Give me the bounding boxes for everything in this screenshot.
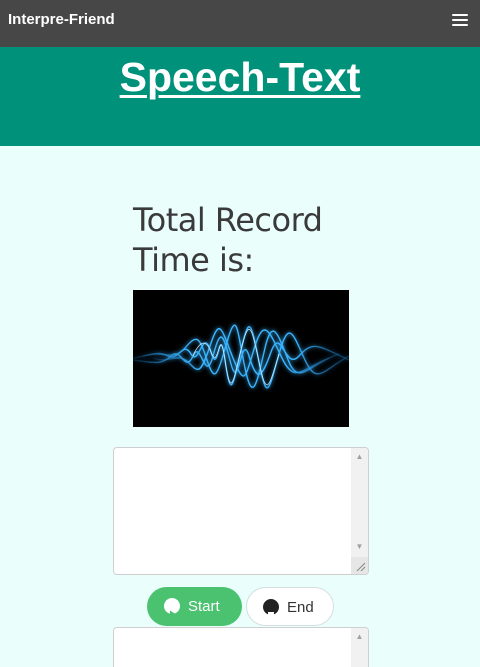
sound-wave-image (133, 290, 349, 427)
scroll-down-arrow-icon[interactable]: ▼ (351, 540, 368, 554)
output-scrollbar[interactable]: ▲ (351, 628, 368, 667)
page-title: Speech-Text (119, 54, 361, 100)
transcript-scrollbar[interactable]: ▲ ▼ (351, 448, 368, 574)
end-button[interactable]: End (246, 587, 334, 626)
start-button[interactable]: Start (147, 587, 242, 626)
transcript-textarea[interactable]: ▲ ▼ (113, 447, 369, 575)
hamburger-menu-icon[interactable] (452, 14, 468, 27)
output-textarea[interactable]: ▲ (113, 627, 369, 667)
transcript-input[interactable] (114, 448, 352, 574)
brand-logo[interactable]: Interpre-Friend (8, 10, 115, 30)
scroll-up-arrow-icon[interactable]: ▲ (351, 630, 368, 644)
end-button-label: End (287, 599, 314, 616)
start-button-label: Start (188, 598, 220, 615)
resize-grip-icon[interactable] (351, 557, 368, 574)
scroll-up-arrow-icon[interactable]: ▲ (351, 450, 368, 464)
stop-circle-icon (263, 599, 279, 618)
navbar: Interpre-Friend (0, 0, 480, 47)
output-input[interactable] (114, 628, 352, 667)
page-banner: Speech-Text (0, 47, 480, 146)
record-time-label: Total Record Time is: (133, 201, 323, 279)
play-circle-icon (164, 598, 180, 618)
